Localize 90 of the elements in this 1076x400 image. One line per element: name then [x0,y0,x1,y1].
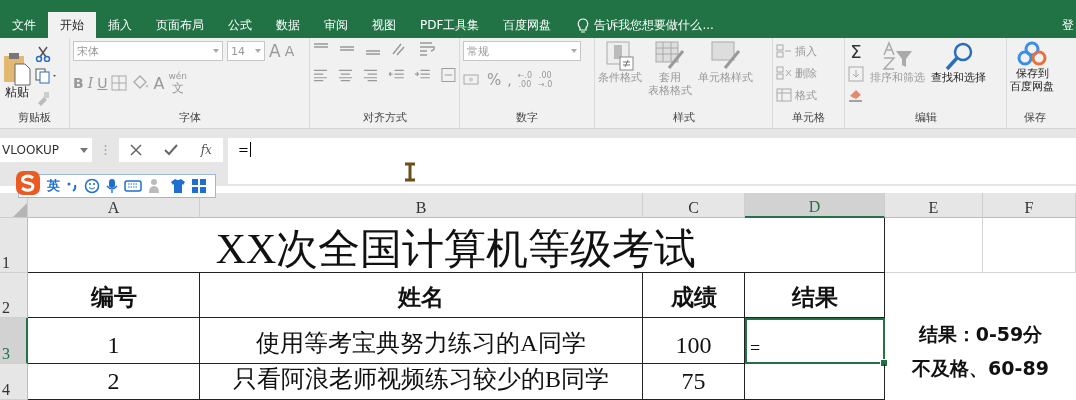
ribbon-tab[interactable]: 开始 [48,12,96,38]
format-cells-icon [776,88,792,102]
save-to-cloud-button[interactable]: 保存到 百度网盘 [1010,41,1054,93]
currency-icon[interactable] [463,73,481,87]
column-header[interactable]: B [200,193,643,218]
group-label: 数字 [515,110,539,126]
find-select-button[interactable]: 查找和选择 [931,41,986,84]
note-text: 不及格、60-89 [912,356,1049,381]
row-header[interactable]: 4 [0,364,28,400]
table-cell: 2 [28,364,200,400]
checkmark-icon[interactable] [164,144,179,156]
search-icon [943,41,974,71]
column-heading: 编号 [28,273,200,318]
cloud-icon [1017,41,1047,67]
font-size-field[interactable]: 14 [227,41,265,61]
fill-down-icon[interactable] [848,66,864,82]
formula-input[interactable]: = [228,138,1076,184]
ribbon-tab[interactable]: 公式 [216,12,264,38]
group-label: 编辑 [913,110,938,126]
table-cell: 只看阿浪老师视频练习较少的B同学 [200,364,643,400]
row-header[interactable]: 2 [0,273,28,318]
ribbon-tab[interactable]: 页面布局 [144,12,216,38]
ribbon-tab[interactable]: 文件 [0,12,48,38]
ribbon-tab[interactable]: 审阅 [312,12,360,38]
group-label: 对齐方式 [361,110,408,126]
dropdown-icon[interactable] [80,147,88,153]
wrap-text-icon[interactable] [419,41,435,57]
group-label: 单元格 [791,110,826,126]
paste-button[interactable]: 粘贴 [3,52,31,99]
grip-icon[interactable] [104,144,107,156]
smiley-icon[interactable] [84,178,100,194]
table-cell: 100 [643,318,745,364]
sort-filter-icon [881,41,914,71]
table-cell: 75 [643,364,745,400]
close-icon[interactable] [130,144,143,156]
group-label: 样式 [671,110,696,126]
input-method-logo-icon[interactable] [15,170,41,196]
dropdown-icon[interactable] [213,49,219,53]
column-header[interactable]: E [885,193,983,218]
insert-cells-icon [776,44,792,58]
table-title: XX次全国计算机等级考试 [28,218,885,273]
tell-me-search[interactable]: 告诉我您想要做什么... [577,12,714,38]
horizontal-align-icon[interactable] [337,68,353,82]
dropdown-icon[interactable] [255,49,261,53]
lightbulb-icon [577,17,590,33]
ribbon-tab[interactable]: 数据 [264,12,312,38]
horizontal-align-icon[interactable] [313,68,328,82]
group-label: 字体 [177,110,202,126]
column-header[interactable]: F [983,193,1076,218]
merge-cells-icon[interactable] [441,67,456,83]
font-name-field[interactable]: 宋体 [73,41,223,61]
delete-cells-icon [776,66,792,80]
text-cursor-icon [404,162,416,182]
borders-icon[interactable] [111,75,128,91]
scissors-icon[interactable] [35,45,51,62]
fill-bucket-icon[interactable] [131,75,150,91]
column-heading: 结果 [745,273,885,318]
copy-icon[interactable] [35,67,59,84]
group-label: 剪贴板 [17,110,52,126]
dropdown-icon[interactable] [571,49,577,53]
horizontal-align-icon[interactable] [362,68,378,82]
table-cell: 1 [28,318,200,364]
grid-menu-icon[interactable] [192,179,206,193]
column-heading: 姓名 [200,273,643,318]
column-heading: 成绩 [643,273,745,318]
ribbon-tab[interactable]: 插入 [96,12,144,38]
sign-in-link[interactable]: 登 [1062,12,1076,38]
column-header[interactable]: D [745,193,885,218]
table-brush-icon [655,41,685,71]
ribbon-tab[interactable]: PDF工具集 [408,12,492,38]
active-cell[interactable]: = [745,318,885,364]
name-box[interactable]: VLOOKUP [0,138,92,162]
shirt-icon[interactable] [170,178,186,194]
conditional-formatting-icon [606,41,634,71]
table-cell: 使用等考宝典努力练习的A同学 [200,318,643,364]
group-label: 保存 [1023,110,1047,126]
keyboard-icon[interactable] [124,180,142,192]
ribbon-tab[interactable]: 视图 [360,12,408,38]
microphone-icon[interactable] [106,178,118,194]
column-header[interactable]: C [643,193,745,218]
number-format-field[interactable]: 常规 [463,41,581,61]
autosum-button[interactable]: Σ [848,41,864,62]
note-text: 结果：0-59分 [918,322,1043,347]
clipboard-icon [3,52,31,86]
row-header[interactable]: 1 [0,218,28,273]
row-header[interactable]: 3 [0,318,28,364]
input-mode-label[interactable]: 英 [47,177,60,195]
cell-brush-icon [710,41,741,71]
insert-function-button[interactable]: fx [200,143,212,157]
ribbon-tab[interactable]: 百度网盘 [491,12,564,38]
